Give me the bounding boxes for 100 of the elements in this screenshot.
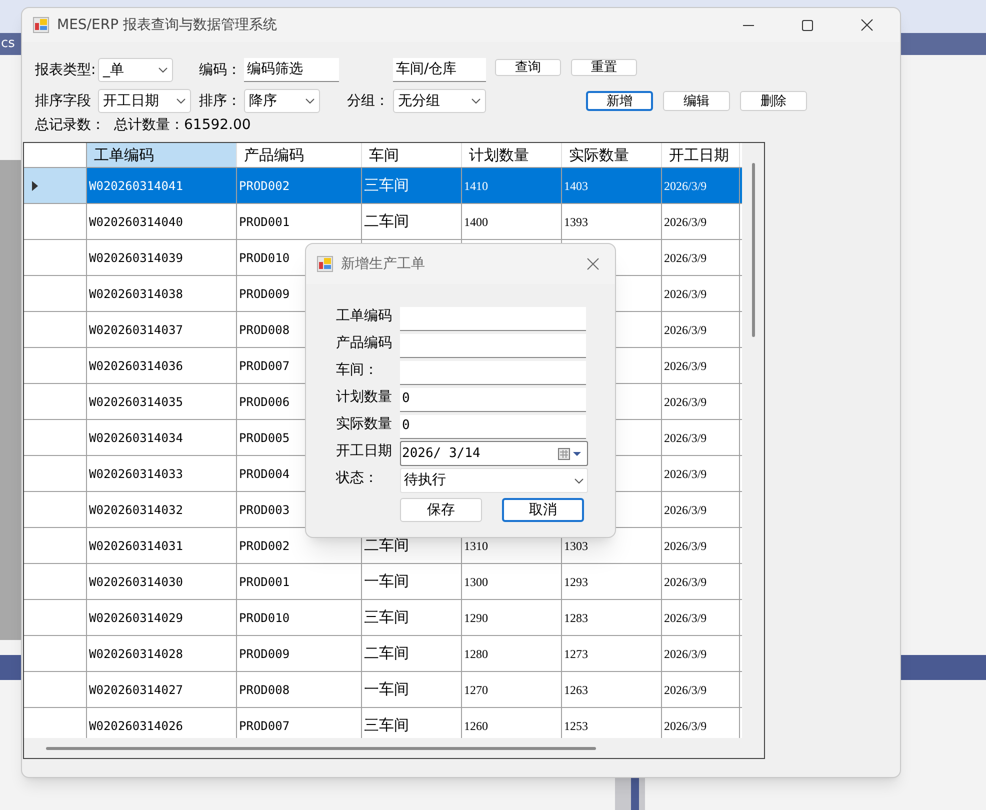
- table-cell-text: 1300: [464, 574, 488, 590]
- table-cell-text: 2026/3/9: [664, 250, 707, 266]
- table-cell-text: W020260314027: [89, 682, 183, 698]
- table-cell-text: 一车间: [364, 571, 409, 592]
- column-header[interactable]: 工单编码: [87, 143, 237, 167]
- query-button[interactable]: 查询: [495, 59, 561, 76]
- table-cell-text: 1403: [564, 178, 588, 194]
- table-row[interactable]: W020260314041 PROD002 三车间 1410 1403 2026/3/9: [24, 168, 742, 204]
- table-cell-text: 二车间: [364, 211, 409, 232]
- table-cell-text: W020260314039: [89, 250, 183, 266]
- record-count-label: 总记录数：: [35, 116, 106, 134]
- table-cell-text: W020260314028: [89, 646, 183, 662]
- table-row[interactable]: W020260314040 PROD001 二车间 1400 1393 2026/3/9: [24, 204, 742, 240]
- code-label: 编码：: [199, 60, 242, 80]
- input-field[interactable]: 0: [400, 414, 586, 438]
- table-cell-text: 2026/3/9: [664, 574, 707, 590]
- table-row[interactable]: W020260314030 PROD001 一车间 1300 1293 2026/3/9: [24, 564, 742, 600]
- table-cell-text: 三车间: [364, 715, 409, 736]
- field-label: 计划数量: [336, 388, 393, 407]
- table-cell-text: 一车间: [364, 679, 409, 700]
- table-cell-text: W020260314032: [89, 502, 183, 518]
- field-label: 状态：: [336, 469, 379, 488]
- app-icon: [33, 17, 49, 33]
- table-cell-text: PROD008: [239, 682, 290, 698]
- table-cell-text: 2026/3/9: [664, 646, 707, 662]
- dialog-button[interactable]: 保存: [400, 498, 482, 522]
- chevron-down-icon: [305, 98, 315, 104]
- table-cell-text: PROD003: [239, 502, 290, 518]
- table-cell-text: 2026/3/9: [664, 718, 707, 734]
- dropdown[interactable]: 降序: [244, 89, 320, 113]
- dropdown[interactable]: 开工日期: [98, 89, 191, 113]
- table-cell-text: 1310: [464, 538, 488, 554]
- chevron-down-icon: [471, 98, 481, 104]
- table-cell-text: 1410: [464, 178, 488, 194]
- table-cell-text: W020260314036: [89, 358, 183, 374]
- table-cell-text: PROD006: [239, 394, 290, 410]
- report-type-label: 报表类型:: [35, 60, 97, 80]
- table-cell-text: W020260314040: [89, 214, 183, 230]
- code-input[interactable]: 编码筛选: [244, 58, 339, 82]
- chevron-down-icon: [574, 478, 584, 484]
- background-label: cs: [0, 35, 15, 54]
- chevron-down-icon: [158, 67, 168, 73]
- table-cell-text: W020260314038: [89, 286, 183, 302]
- field-label: 车间：: [336, 361, 379, 380]
- action-button[interactable]: 编辑: [663, 91, 730, 111]
- table-cell-text: 二车间: [364, 535, 409, 556]
- close-icon: [860, 19, 872, 31]
- dropdown[interactable]: 无分组: [393, 89, 486, 113]
- field-label: 产品编码: [336, 334, 393, 353]
- input-field[interactable]: [400, 306, 586, 330]
- current-row-icon: [32, 180, 38, 190]
- input-field[interactable]: [400, 334, 586, 358]
- table-cell-text: PROD005: [239, 430, 290, 446]
- table-cell-text: 2026/3/9: [664, 682, 707, 698]
- total-quantity-label: 总计数量：61592.00: [114, 116, 251, 134]
- table-cell-text: 1393: [564, 214, 588, 230]
- table-cell-text: 1263: [564, 682, 588, 698]
- status-dropdown[interactable]: 待执行: [400, 468, 588, 493]
- table-cell-text: PROD001: [239, 214, 290, 230]
- table-cell-text: W020260314033: [89, 466, 183, 482]
- dialog-button[interactable]: 取消: [502, 498, 584, 522]
- table-row[interactable]: W020260314028 PROD009 二车间 1280 1273 2026/3/9: [24, 636, 742, 672]
- table-cell-text: 三车间: [364, 175, 409, 196]
- table-cell-text: W020260314037: [89, 322, 183, 338]
- table-cell-text: 1303: [564, 538, 588, 554]
- table-cell-text: PROD002: [239, 178, 290, 194]
- table-cell-text: PROD010: [239, 250, 290, 266]
- maximize-icon: [802, 20, 813, 30]
- table-cell-text: 2026/3/9: [664, 538, 707, 554]
- table-row[interactable]: W020260314029 PROD010 三车间 1290 1283 2026/3/9: [24, 600, 742, 636]
- date-picker[interactable]: 2026/ 3/14: [400, 441, 588, 466]
- table-row[interactable]: W020260314027 PROD008 一车间 1270 1263 2026/3/9: [24, 672, 742, 708]
- table-cell-text: 2026/3/9: [664, 358, 707, 374]
- table-cell-text: PROD004: [239, 466, 290, 482]
- table-cell-text: 2026/3/9: [664, 286, 707, 302]
- sort-order-label: 排序：: [199, 92, 242, 110]
- workshop-input[interactable]: 车间/仓库: [393, 58, 486, 82]
- table-cell-text: W020260314035: [89, 394, 183, 410]
- table-cell-text: 1270: [464, 682, 488, 698]
- table-cell-text: PROD001: [239, 574, 290, 590]
- table-cell-text: 2026/3/9: [664, 214, 707, 230]
- table-cell-text: W020260314026: [89, 718, 183, 734]
- table-cell-text: 1260: [464, 718, 488, 734]
- action-button[interactable]: 新增: [586, 91, 653, 111]
- table-cell-text: PROD009: [239, 646, 290, 662]
- horizontal-scrollbar[interactable]: [46, 746, 596, 750]
- input-field[interactable]: [400, 360, 586, 384]
- table-cell-text: 二车间: [364, 643, 409, 664]
- query-button[interactable]: 重置: [571, 59, 637, 76]
- dropdown[interactable]: _单: [98, 58, 173, 82]
- field-label: 开工日期: [336, 442, 393, 461]
- table-cell-text: 2026/3/9: [664, 394, 707, 410]
- table-cell-text: 1290: [464, 610, 488, 626]
- vertical-scrollbar[interactable]: [752, 163, 754, 337]
- action-button[interactable]: 删除: [740, 91, 807, 111]
- table-cell-text: 1400: [464, 214, 488, 230]
- minimize-icon: [743, 24, 754, 26]
- window-title: MES/ERP 报表查询与数据管理系统: [57, 16, 277, 34]
- field-label: 工单编码: [336, 307, 393, 326]
- input-field[interactable]: 0: [400, 388, 586, 412]
